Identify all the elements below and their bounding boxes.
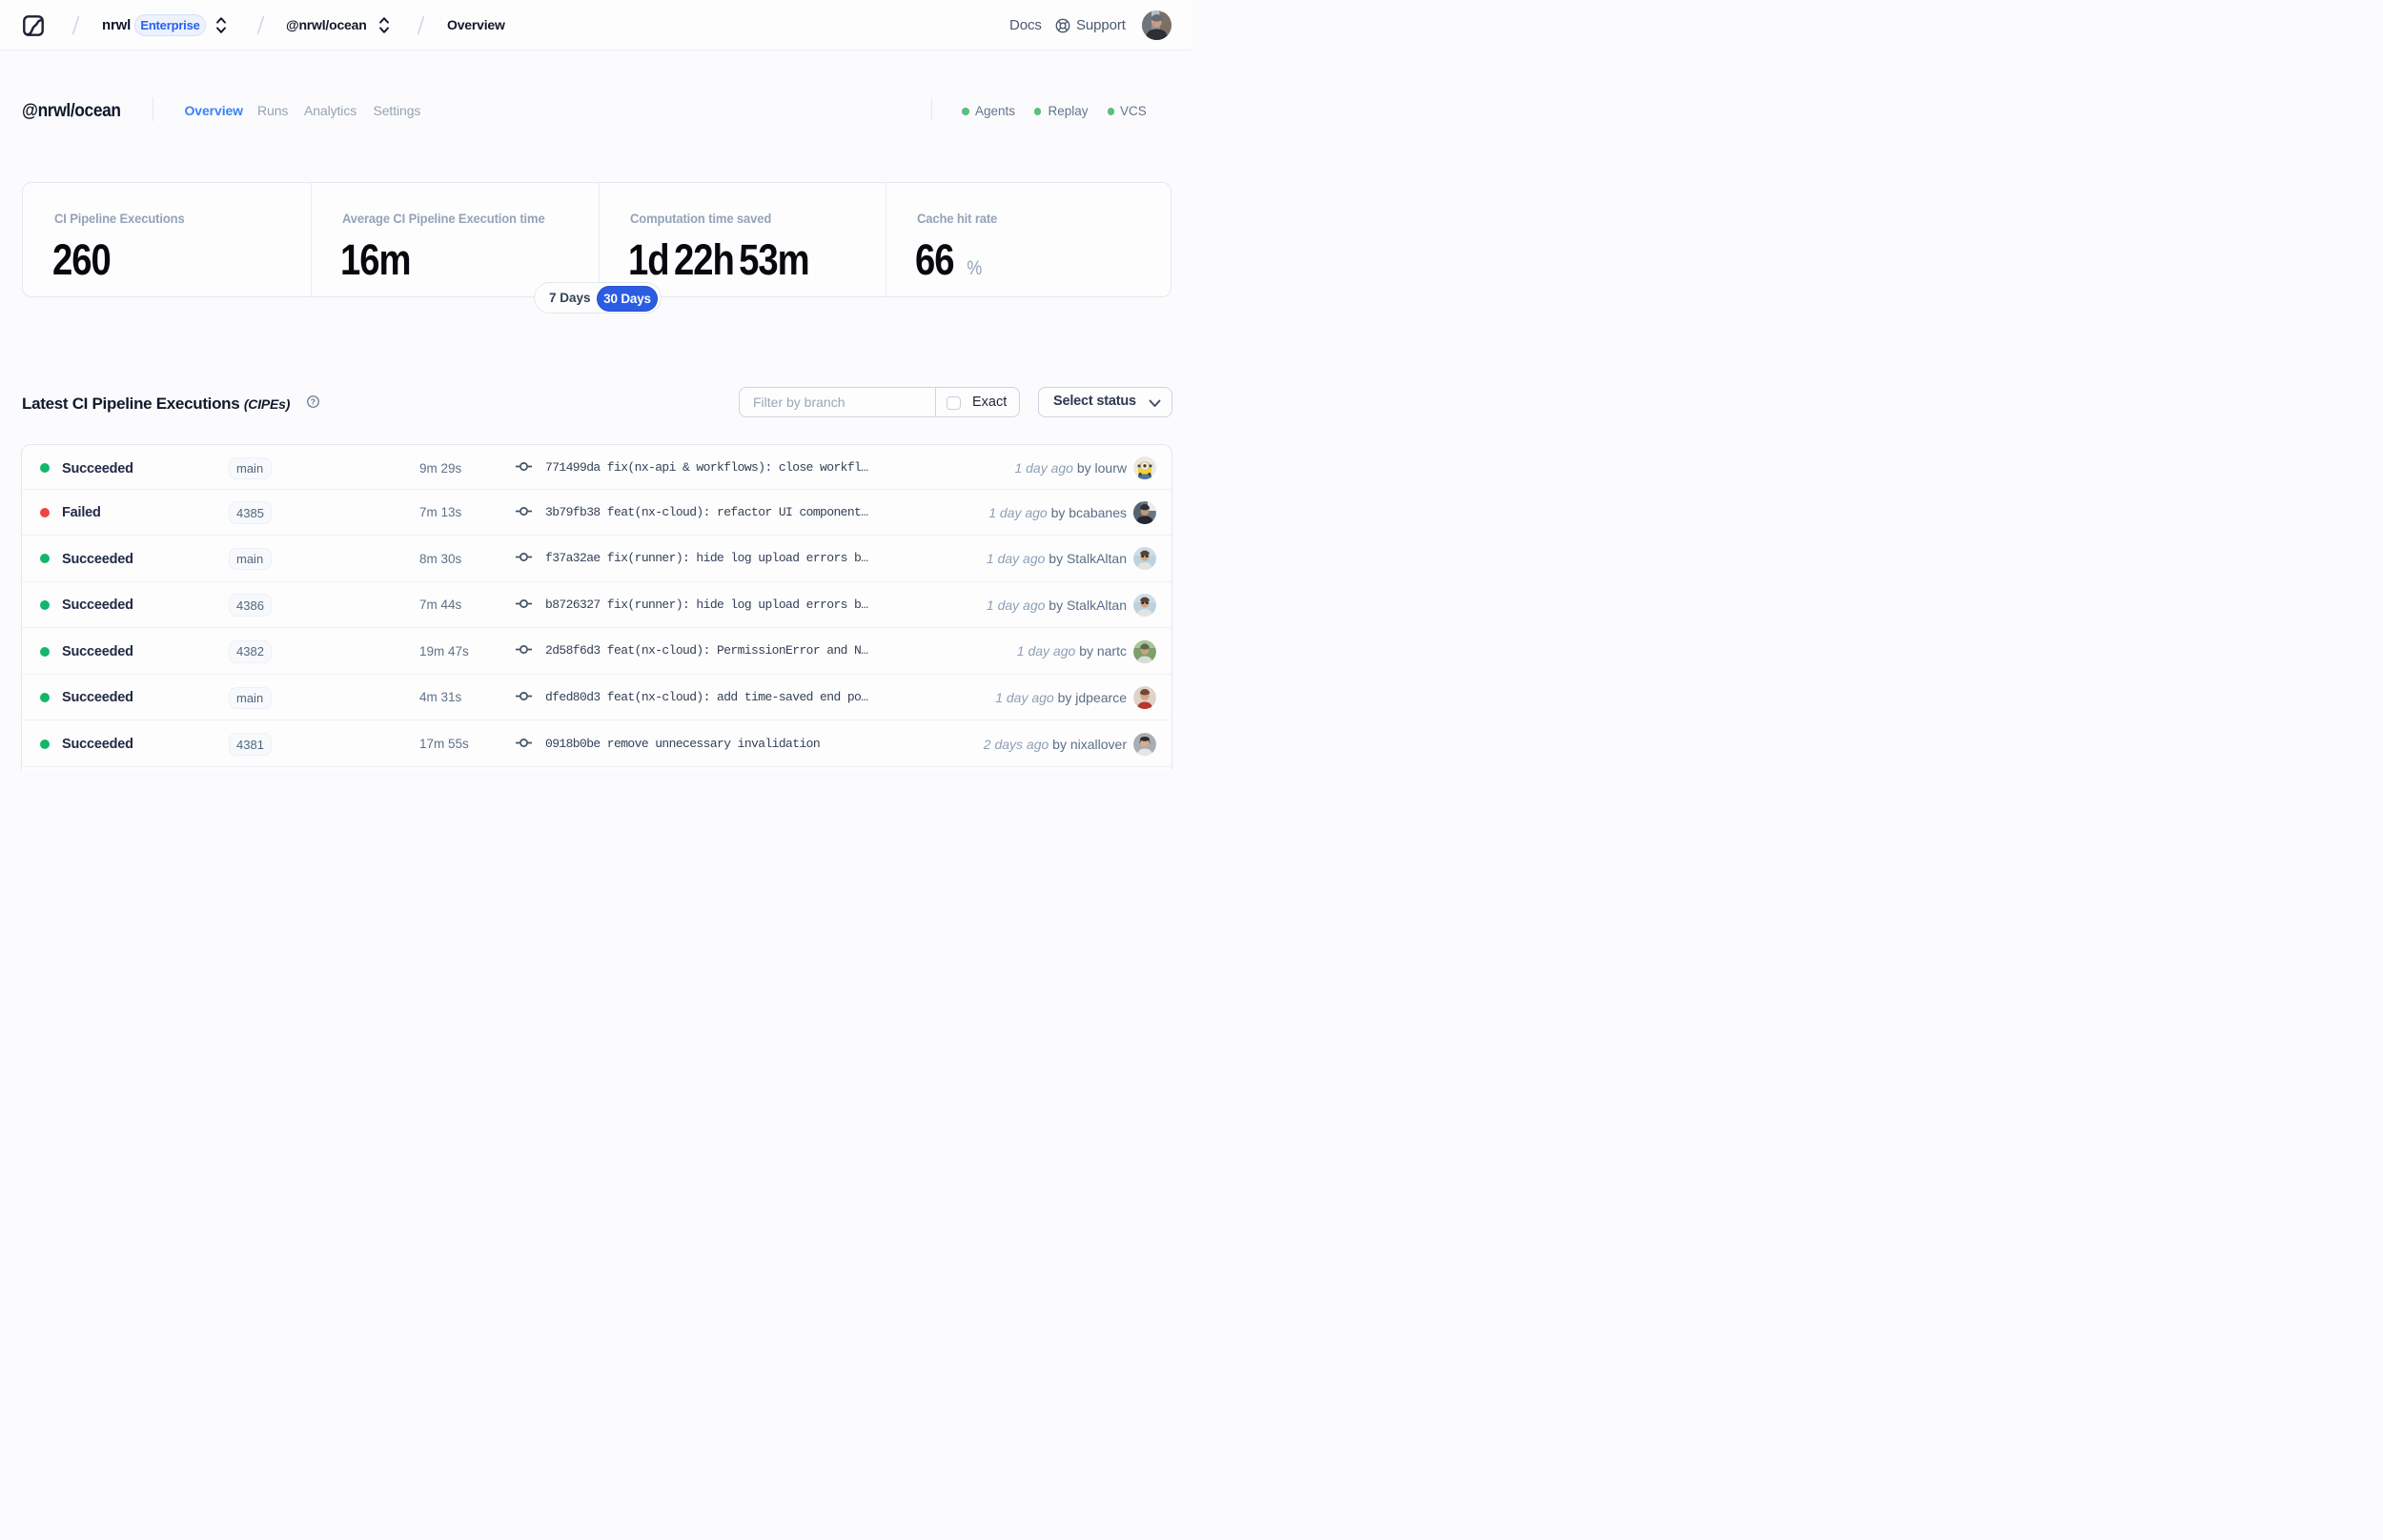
svg-text:?: ? [310,396,315,406]
